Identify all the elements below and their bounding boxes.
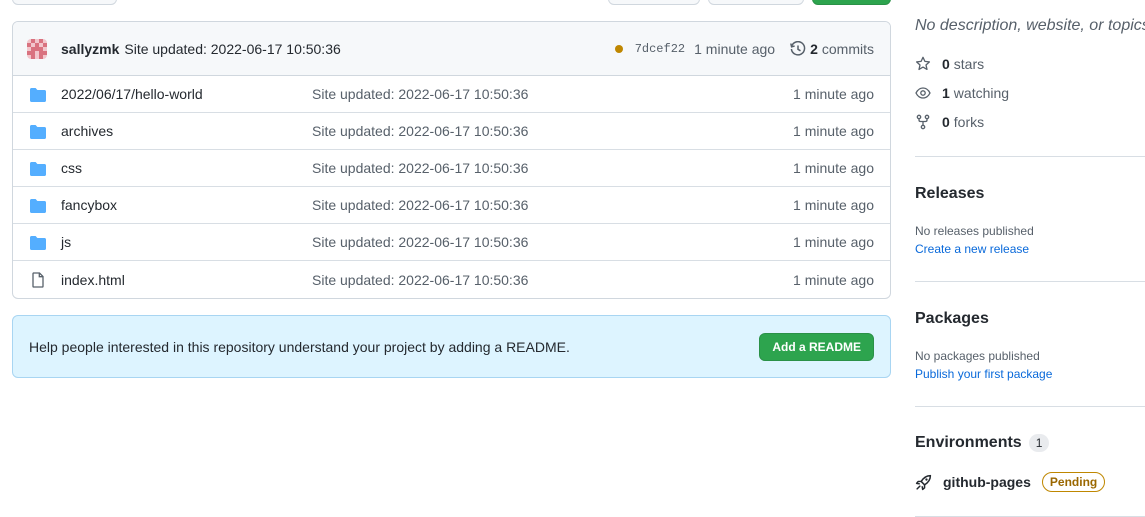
file-time: 1 minute ago	[793, 271, 874, 288]
folder-icon	[29, 87, 47, 103]
file-row[interactable]: archives Site updated: 2022-06-17 10:50:3…	[13, 113, 890, 150]
stars-label: stars	[953, 56, 985, 72]
file-commit-link[interactable]: Site updated: 2022-06-17 10:50:36	[312, 272, 528, 288]
commit-status-icon[interactable]	[614, 44, 623, 53]
watching-link[interactable]: 1 watching	[915, 85, 1009, 101]
about-description: No description, website, or topics provi…	[915, 17, 1145, 34]
top-toolbar-button[interactable]	[608, 0, 700, 5]
file-time: 1 minute ago	[793, 197, 874, 213]
stars-link[interactable]: 0 stars	[915, 56, 984, 72]
star-icon	[915, 56, 931, 71]
file-name-link[interactable]: archives	[61, 123, 113, 139]
file-row[interactable]: fancybox Site updated: 2022-06-17 10:50:3…	[13, 187, 890, 224]
forks-label: forks	[953, 114, 985, 130]
readme-banner: Help people interested in this repositor…	[12, 315, 891, 378]
latest-commit-bar: sallyzmk Site updated: 2022-06-17 10:50:…	[13, 22, 890, 76]
sidebar-divider	[915, 281, 1145, 282]
rocket-icon	[915, 474, 932, 490]
commit-time: 1 minute ago	[694, 40, 776, 57]
history-icon	[790, 40, 806, 56]
packages-heading[interactable]: Packages	[915, 310, 989, 328]
publish-package-link[interactable]: Publish your first package	[915, 367, 1052, 381]
environments-heading[interactable]: Environments 1	[915, 434, 1050, 452]
file-browser: sallyzmk Site updated: 2022-06-17 10:50:…	[12, 21, 891, 299]
eye-icon	[915, 87, 931, 99]
file-name-link[interactable]: js	[61, 234, 71, 250]
file-row[interactable]: css Site updated: 2022-06-17 10:50:36 1 mi…	[13, 150, 890, 187]
file-commit-link[interactable]: Site updated: 2022-06-17 10:50:36	[312, 86, 528, 102]
folder-icon	[29, 198, 47, 214]
file-icon	[29, 272, 47, 288]
file-commit-link[interactable]: Site updated: 2022-06-17 10:50:36	[312, 123, 528, 139]
packages-empty: No packages published	[915, 349, 1040, 363]
environment-status-badge: Pending	[1041, 472, 1106, 492]
forks-count: 0	[942, 114, 950, 130]
avatar[interactable]	[27, 38, 47, 59]
releases-empty: No releases published	[915, 224, 1034, 238]
commit-count: 2	[810, 40, 818, 57]
environment-name[interactable]: github-pages	[943, 474, 1031, 490]
file-commit-link[interactable]: Site updated: 2022-06-17 10:50:36	[312, 234, 528, 250]
watching-count: 1	[942, 85, 950, 101]
file-time: 1 minute ago	[793, 160, 874, 176]
environments-count: 1	[1028, 434, 1050, 452]
file-name-link[interactable]: 2022/06/17/hello-world	[61, 86, 203, 102]
commit-author[interactable]: sallyzmk	[61, 41, 119, 57]
environment-item[interactable]: github-pages Pending	[915, 472, 1106, 492]
commits-link[interactable]: 2 commits	[790, 40, 874, 57]
sidebar-divider	[915, 156, 1145, 157]
file-time: 1 minute ago	[793, 123, 874, 139]
fork-icon	[916, 114, 930, 130]
folder-icon	[29, 124, 47, 140]
commits-label: commits	[821, 40, 874, 57]
top-toolbar-button[interactable]	[708, 0, 804, 5]
top-toolbar-button[interactable]	[12, 0, 117, 5]
file-name-link[interactable]: css	[61, 160, 82, 176]
file-name-link[interactable]: fancybox	[61, 197, 117, 213]
readme-prompt: Help people interested in this repositor…	[29, 338, 570, 355]
file-time: 1 minute ago	[793, 234, 874, 250]
environments-title: Environments	[915, 434, 1022, 451]
file-time: 1 minute ago	[793, 86, 874, 102]
releases-heading[interactable]: Releases	[915, 185, 984, 203]
folder-icon	[29, 235, 47, 251]
file-row[interactable]: index.html Site updated: 2022-06-17 10:50…	[13, 261, 890, 298]
watching-label: watching	[953, 85, 1010, 101]
forks-link[interactable]: 0 forks	[915, 114, 984, 130]
folder-icon	[29, 161, 47, 177]
sidebar-divider	[915, 406, 1145, 407]
stars-count: 0	[942, 56, 950, 72]
file-commit-link[interactable]: Site updated: 2022-06-17 10:50:36	[312, 197, 528, 213]
file-row[interactable]: 2022/06/17/hello-world Site updated: 2022…	[13, 76, 890, 113]
file-commit-link[interactable]: Site updated: 2022-06-17 10:50:36	[312, 160, 528, 176]
add-readme-button[interactable]: Add a README	[759, 332, 874, 361]
file-row[interactable]: js Site updated: 2022-06-17 10:50:36 1 min…	[13, 224, 890, 261]
file-name-link[interactable]: index.html	[61, 272, 125, 288]
commit-sha[interactable]: 7dcef22	[635, 42, 685, 56]
create-release-link[interactable]: Create a new release	[915, 242, 1029, 256]
commit-message[interactable]: Site updated: 2022-06-17 10:50:36	[124, 41, 340, 57]
code-button[interactable]	[812, 0, 891, 5]
